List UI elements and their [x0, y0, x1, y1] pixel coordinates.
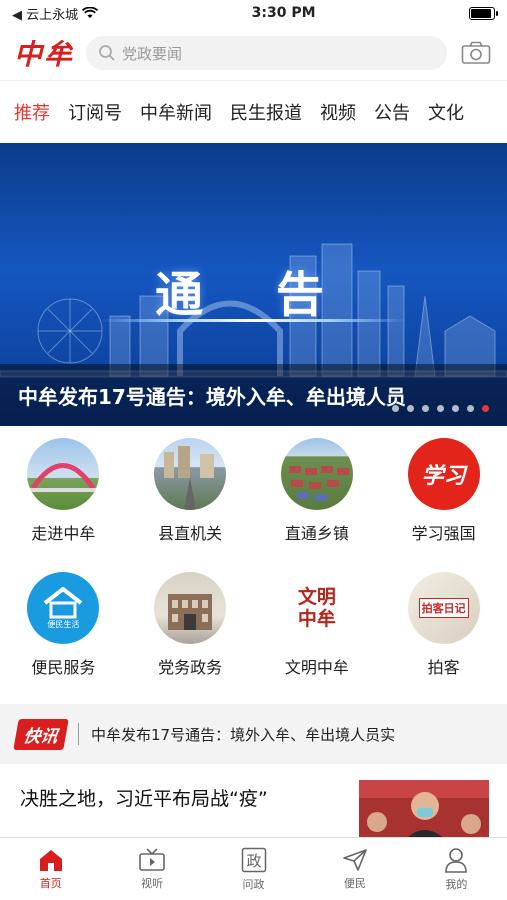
nav-services[interactable]: 便民 — [304, 838, 405, 900]
xuexi-logo: 学习 — [407, 438, 480, 510]
shortcut-label: 拍客 — [427, 658, 460, 677]
carousel-dot[interactable] — [392, 405, 399, 412]
house-logo: 便民生活 — [27, 572, 100, 644]
shortcut-paike[interactable]: 拍客日记 拍客 — [380, 572, 507, 706]
camera-icon — [461, 41, 491, 64]
city-road-photo — [154, 438, 227, 510]
divider — [78, 723, 79, 745]
search-placeholder: 党政要闻 — [122, 44, 183, 63]
camera-button[interactable] — [459, 38, 493, 68]
carousel-dot-active[interactable] — [482, 405, 489, 412]
nav-inquiry[interactable]: 政 问政 — [203, 838, 304, 900]
user-icon — [445, 847, 468, 873]
carousel-dot[interactable] — [422, 405, 429, 412]
send-icon — [343, 848, 367, 871]
nav-label: 视听 — [141, 876, 164, 890]
civilization-logo-text: 文明 中牟 — [297, 586, 336, 630]
tab-notices[interactable]: 公告 — [374, 99, 410, 125]
app-header: 中牟 党政要闻 — [0, 26, 507, 80]
home-icon — [39, 849, 62, 871]
paike-logo-text: 拍客日记 — [418, 598, 469, 618]
banner-heading: 通 告 — [155, 267, 352, 323]
tab-video[interactable]: 视频 — [320, 99, 356, 125]
status-left: ◀ 云上永城 — [12, 4, 99, 23]
banner-caption-text: 中牟发布17号通告：境外入牟、牟出境人员 — [18, 384, 406, 409]
nav-label: 我的 — [445, 877, 468, 891]
flash-badge: 快讯 — [13, 718, 69, 750]
app-logo: 中牟 — [14, 38, 75, 71]
carousel-dot[interactable] — [407, 405, 414, 412]
paike-logo: 拍客日记 — [407, 572, 480, 644]
search-input[interactable]: 党政要闻 — [86, 36, 447, 70]
shortcut-label: 县直机关 — [158, 524, 223, 543]
banner-caption[interactable]: 中牟发布17号通告：境外入牟、牟出境人员 — [0, 364, 507, 426]
shortcut-label: 党务政务 — [158, 658, 223, 677]
shortcut-label: 文明中牟 — [284, 658, 349, 677]
shortcut-grid: 走进中牟 县直机关 直通乡镇 学习 学习强国 便民生活 便民服务 党务政务 文明… — [0, 426, 507, 706]
nav-label: 问政 — [242, 877, 265, 891]
wifi-icon — [82, 7, 99, 18]
tab-culture[interactable]: 文化 — [428, 99, 464, 125]
bottom-nav: 首页 视听 政 问政 便民 我的 — [0, 837, 507, 900]
nav-profile[interactable]: 我的 — [406, 838, 507, 900]
civilization-logo: 文明 中牟 — [280, 572, 353, 644]
town-aerial-photo — [280, 438, 353, 510]
carousel-dot[interactable] — [467, 405, 474, 412]
carousel-dots — [392, 405, 489, 412]
shortcut-label: 直通乡镇 — [284, 524, 349, 543]
banner-glow-line — [100, 319, 407, 322]
shortcut-convenience[interactable]: 便民生活 便民服务 — [0, 572, 127, 706]
government-building-photo — [154, 572, 227, 644]
shortcut-xuexi[interactable]: 学习 学习强国 — [380, 438, 507, 572]
carrier-label: ◀ 云上永城 — [12, 7, 79, 23]
battery-icon — [469, 6, 498, 20]
carousel-dot[interactable] — [437, 405, 444, 412]
status-bar: ◀ 云上永城 3:30 PM — [0, 0, 507, 26]
clock: 3:30 PM — [251, 5, 316, 21]
shortcut-county-agencies[interactable]: 县直机关 — [127, 438, 254, 572]
shortcut-civilization[interactable]: 文明 中牟 文明中牟 — [254, 572, 381, 706]
nav-media[interactable]: 视听 — [101, 838, 202, 900]
flash-text: 中牟发布17号通告：境外入牟、牟出境人员实 — [91, 725, 396, 744]
shortcut-party-affairs[interactable]: 党务政务 — [127, 572, 254, 706]
search-icon — [99, 45, 115, 61]
nav-label: 首页 — [39, 876, 62, 890]
flash-news-bar[interactable]: 快讯 中牟发布17号通告：境外入牟、牟出境人员实 — [0, 704, 507, 764]
arch-bridge-photo — [27, 438, 100, 510]
tab-subscriptions[interactable]: 订阅号 — [68, 99, 122, 125]
zheng-icon: 政 — [241, 847, 266, 872]
banner-carousel[interactable]: 通 告 中牟发布17号通告：境外入牟、牟出境人员 — [0, 143, 507, 426]
tv-icon — [139, 847, 165, 871]
category-tabs: 推荐 订阅号 中牟新闻 民生报道 视频 公告 文化 — [0, 80, 507, 143]
tab-livelihood[interactable]: 民生报道 — [230, 99, 302, 125]
xuexi-logo-text: 学习 — [421, 463, 466, 489]
tab-local-news[interactable]: 中牟新闻 — [140, 99, 212, 125]
shortcut-towns[interactable]: 直通乡镇 — [254, 438, 381, 572]
shortcut-visit-zhongmu[interactable]: 走进中牟 — [0, 438, 127, 572]
shortcut-label: 走进中牟 — [31, 524, 96, 543]
svg-text:政: 政 — [246, 852, 261, 870]
shortcut-label: 学习强国 — [411, 524, 476, 543]
shortcut-label: 便民服务 — [31, 658, 96, 677]
nav-label: 便民 — [343, 876, 366, 890]
tab-recommend[interactable]: 推荐 — [14, 99, 50, 125]
house-logo-text: 便民生活 — [47, 619, 80, 629]
nav-home[interactable]: 首页 — [0, 838, 101, 900]
carousel-dot[interactable] — [452, 405, 459, 412]
